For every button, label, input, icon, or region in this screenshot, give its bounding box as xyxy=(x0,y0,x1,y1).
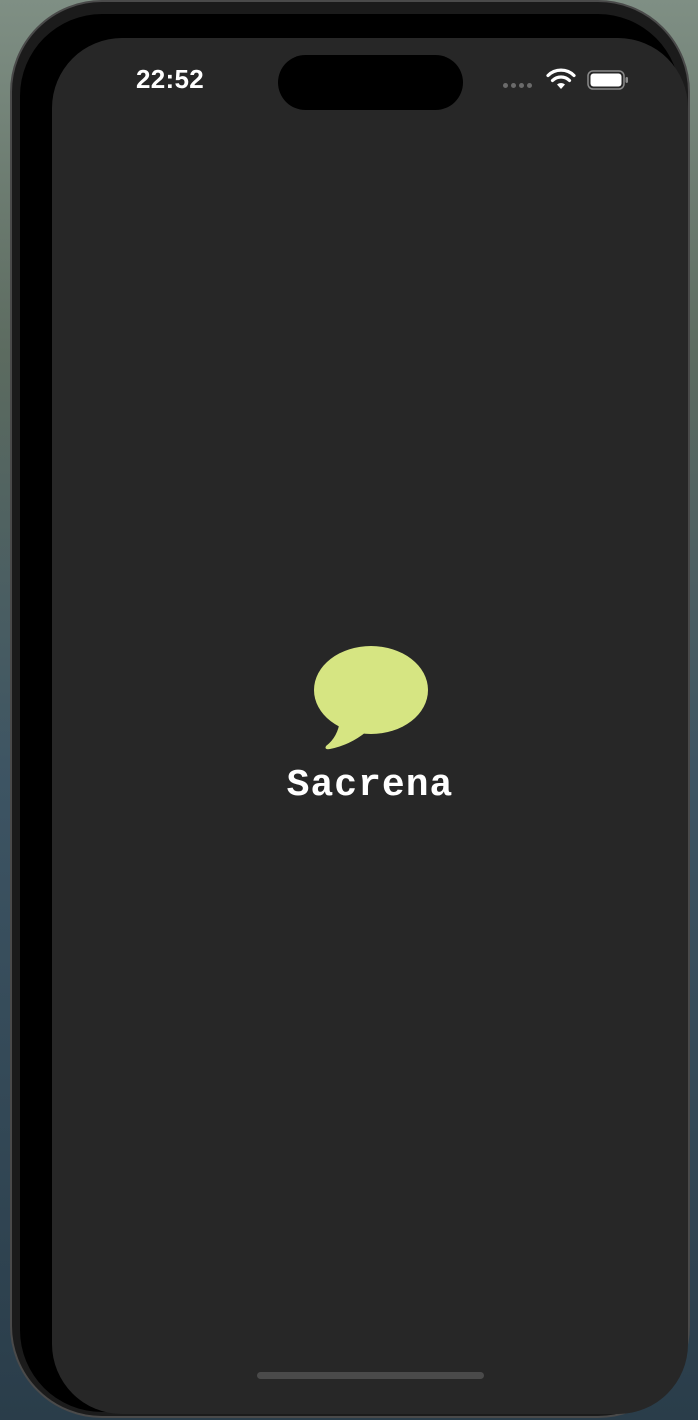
dynamic-island xyxy=(278,55,463,110)
speech-bubble-icon xyxy=(314,646,428,750)
phone-bezel: 22:52 Sacrena xyxy=(20,14,688,1414)
wifi-icon xyxy=(546,68,576,89)
app-name: Sacrena xyxy=(286,764,454,807)
status-time: 22:52 xyxy=(136,64,204,94)
cellular-dots-icon xyxy=(503,83,532,88)
home-indicator[interactable] xyxy=(257,1372,484,1379)
battery-full-icon xyxy=(587,70,628,90)
app-screen: 22:52 Sacrena xyxy=(52,38,688,1414)
